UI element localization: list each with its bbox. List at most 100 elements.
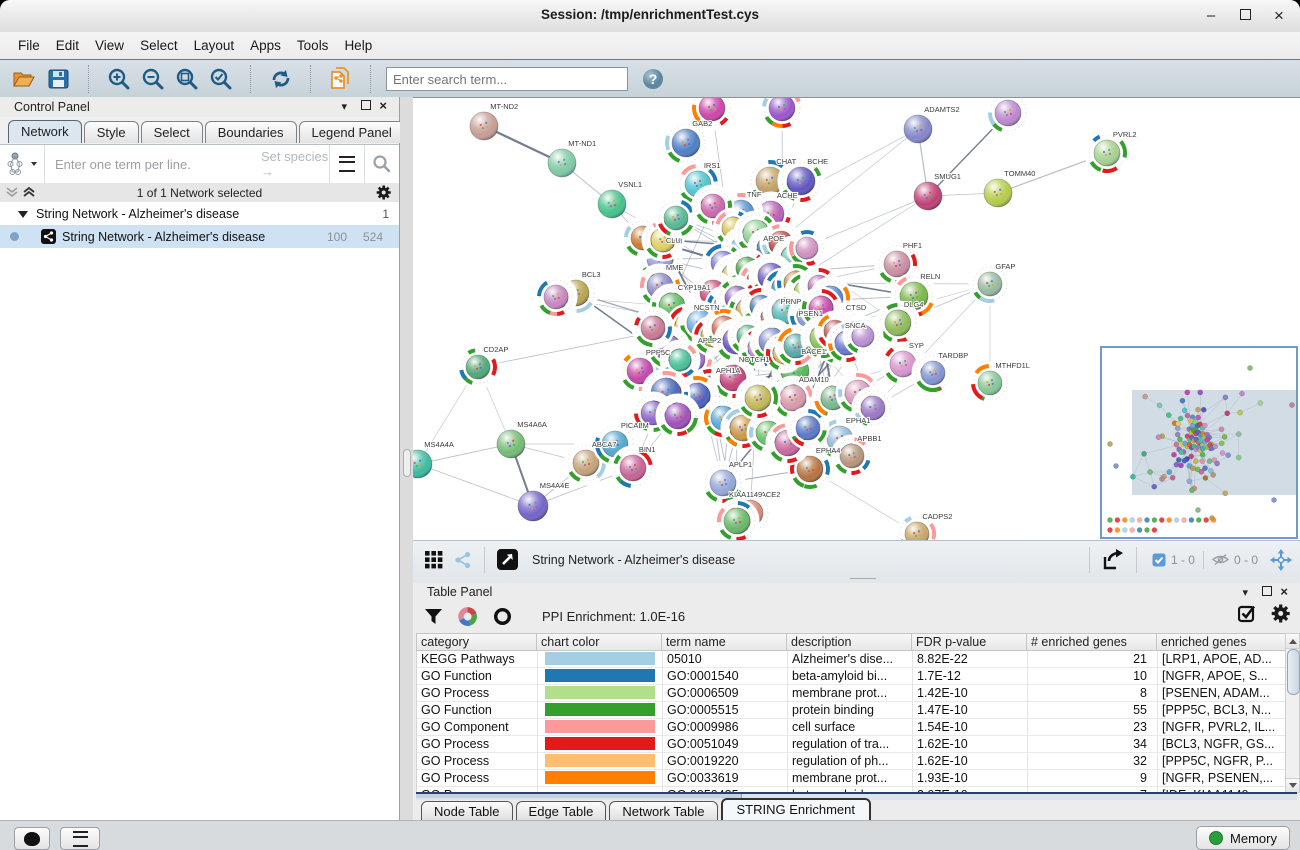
network-node[interactable] [764, 98, 800, 126]
network-node[interactable] [470, 112, 498, 140]
scroll-down-button[interactable] [1286, 778, 1299, 792]
network-node[interactable] [719, 503, 755, 539]
menu-item-select[interactable]: Select [132, 38, 186, 53]
gear-icon[interactable] [376, 185, 391, 200]
network-node[interactable] [497, 430, 525, 458]
search-input[interactable] [386, 67, 628, 91]
column-header[interactable]: FDR p-value [912, 633, 1027, 651]
network-node[interactable] [636, 311, 670, 345]
panel-float-icon[interactable] [1262, 586, 1272, 599]
table-vertical-scrollbar[interactable] [1285, 633, 1300, 793]
string-protein-query-icon[interactable] [0, 145, 45, 183]
pan-mode-icon[interactable] [1266, 545, 1296, 575]
scrollbar-thumb[interactable] [1287, 649, 1300, 695]
zoom-in-icon[interactable] [102, 64, 136, 94]
tree-collapse-icon[interactable] [18, 209, 28, 219]
network-node[interactable] [518, 491, 548, 521]
menu-item-tools[interactable]: Tools [289, 38, 337, 53]
network-row[interactable]: String Network - Alzheimer's disease 100… [0, 225, 399, 248]
chart-color-icon[interactable] [458, 607, 477, 626]
column-header[interactable]: category [416, 633, 537, 651]
network-canvas[interactable]: MT-ND2MT-ND1VSNL1GAB2IRS1CHATBCHEACHETNF… [413, 97, 1300, 541]
settings-gear-icon[interactable] [1271, 604, 1290, 623]
divider-handle[interactable] [403, 449, 411, 477]
zoom-fit-icon[interactable] [170, 64, 204, 94]
panel-divider[interactable] [400, 97, 414, 820]
open-external-icon[interactable] [492, 545, 522, 575]
column-header[interactable]: # enriched genes [1027, 633, 1157, 651]
maximize-button[interactable] [1232, 6, 1258, 26]
string-options-icon[interactable] [329, 145, 364, 183]
network-node[interactable] [973, 366, 1007, 400]
network-node[interactable] [984, 179, 1012, 207]
network-node[interactable] [916, 356, 950, 390]
tab-boundaries[interactable]: Boundaries [205, 121, 297, 143]
table-row[interactable]: GO ProcessGO:0033619membrane prot...1.93… [417, 770, 1297, 787]
tab-node-table[interactable]: Node Table [421, 801, 513, 822]
network-node[interactable] [914, 182, 942, 210]
network-node[interactable] [904, 115, 932, 143]
network-node[interactable] [791, 232, 823, 264]
network-collection-row[interactable]: String Network - Alzheimer's disease 1 [0, 202, 399, 225]
network-node[interactable] [990, 98, 1026, 131]
task-history-button[interactable] [60, 827, 100, 850]
filter-icon[interactable] [425, 609, 442, 625]
open-folder-icon[interactable] [8, 64, 42, 94]
table-row[interactable]: GO ProcessGO:0051049regulation of tra...… [417, 736, 1297, 753]
network-node[interactable] [667, 124, 705, 162]
clone-network-icon[interactable] [324, 64, 358, 94]
tab-style[interactable]: Style [84, 121, 139, 143]
network-node[interactable] [413, 450, 432, 478]
menu-item-apps[interactable]: Apps [242, 38, 289, 53]
zoom-out-icon[interactable] [136, 64, 170, 94]
menu-item-help[interactable]: Help [336, 38, 380, 53]
network-node[interactable] [461, 350, 495, 384]
share-view-icon[interactable] [449, 545, 477, 575]
tab-network-table[interactable]: Network Table [609, 801, 717, 822]
network-node[interactable] [1089, 135, 1125, 171]
refresh-icon[interactable] [264, 64, 298, 94]
select-all-checkbox-icon[interactable] [1238, 604, 1257, 623]
set-species-label[interactable]: Set species → [261, 149, 329, 179]
grid-view-icon[interactable] [419, 545, 449, 575]
string-search-icon[interactable] [364, 145, 399, 183]
birds-eye-view[interactable] [1100, 346, 1298, 539]
ring-chart-icon[interactable] [493, 607, 512, 626]
export-network-icon[interactable] [1097, 545, 1129, 575]
panel-menu-icon[interactable]: ▾ [1242, 586, 1248, 599]
panel-close-icon[interactable]: × [379, 98, 387, 113]
network-node[interactable] [880, 305, 916, 341]
table-row[interactable]: GO ProcessGO:0006509membrane prot...1.42… [417, 685, 1297, 702]
table-row[interactable]: GO FunctionGO:0005515protein binding1.47… [417, 702, 1297, 719]
tab-edge-table[interactable]: Edge Table [516, 801, 607, 822]
network-node[interactable] [740, 380, 776, 416]
network-node[interactable] [791, 411, 825, 445]
tab-legend-panel[interactable]: Legend Panel [299, 121, 405, 143]
menu-item-file[interactable]: File [10, 38, 48, 53]
panel-close-icon[interactable]: × [1280, 584, 1288, 599]
column-header[interactable]: term name [662, 633, 787, 651]
save-icon[interactable] [42, 64, 76, 94]
panel-menu-icon[interactable]: ▾ [341, 100, 347, 113]
table-row[interactable]: GO ComponentGO:0009986cell surface1.54E-… [417, 719, 1297, 736]
network-node[interactable] [615, 450, 651, 486]
menu-item-edit[interactable]: Edit [48, 38, 87, 53]
network-node[interactable] [598, 190, 626, 218]
network-node[interactable] [660, 398, 696, 434]
tab-string-enrichment[interactable]: STRING Enrichment [721, 798, 871, 822]
column-header[interactable]: enriched genes [1157, 633, 1297, 651]
scroll-up-button[interactable] [1286, 634, 1299, 649]
tab-network[interactable]: Network [8, 120, 82, 143]
network-node[interactable] [539, 280, 573, 314]
network-node[interactable] [835, 439, 869, 473]
tab-select[interactable]: Select [141, 121, 203, 143]
network-overview-button[interactable] [14, 827, 50, 850]
network-node[interactable] [659, 201, 693, 235]
memory-button[interactable]: Memory [1196, 826, 1290, 850]
string-terms-input[interactable]: Enter one term per line. Set species → [45, 145, 329, 183]
minimize-button[interactable]: – [1198, 6, 1224, 26]
help-icon[interactable]: ? [636, 64, 670, 94]
menu-item-layout[interactable]: Layout [186, 38, 243, 53]
network-node[interactable] [973, 267, 1007, 301]
table-row[interactable]: GO ProcessGO:0019220regulation of ph...1… [417, 753, 1297, 770]
